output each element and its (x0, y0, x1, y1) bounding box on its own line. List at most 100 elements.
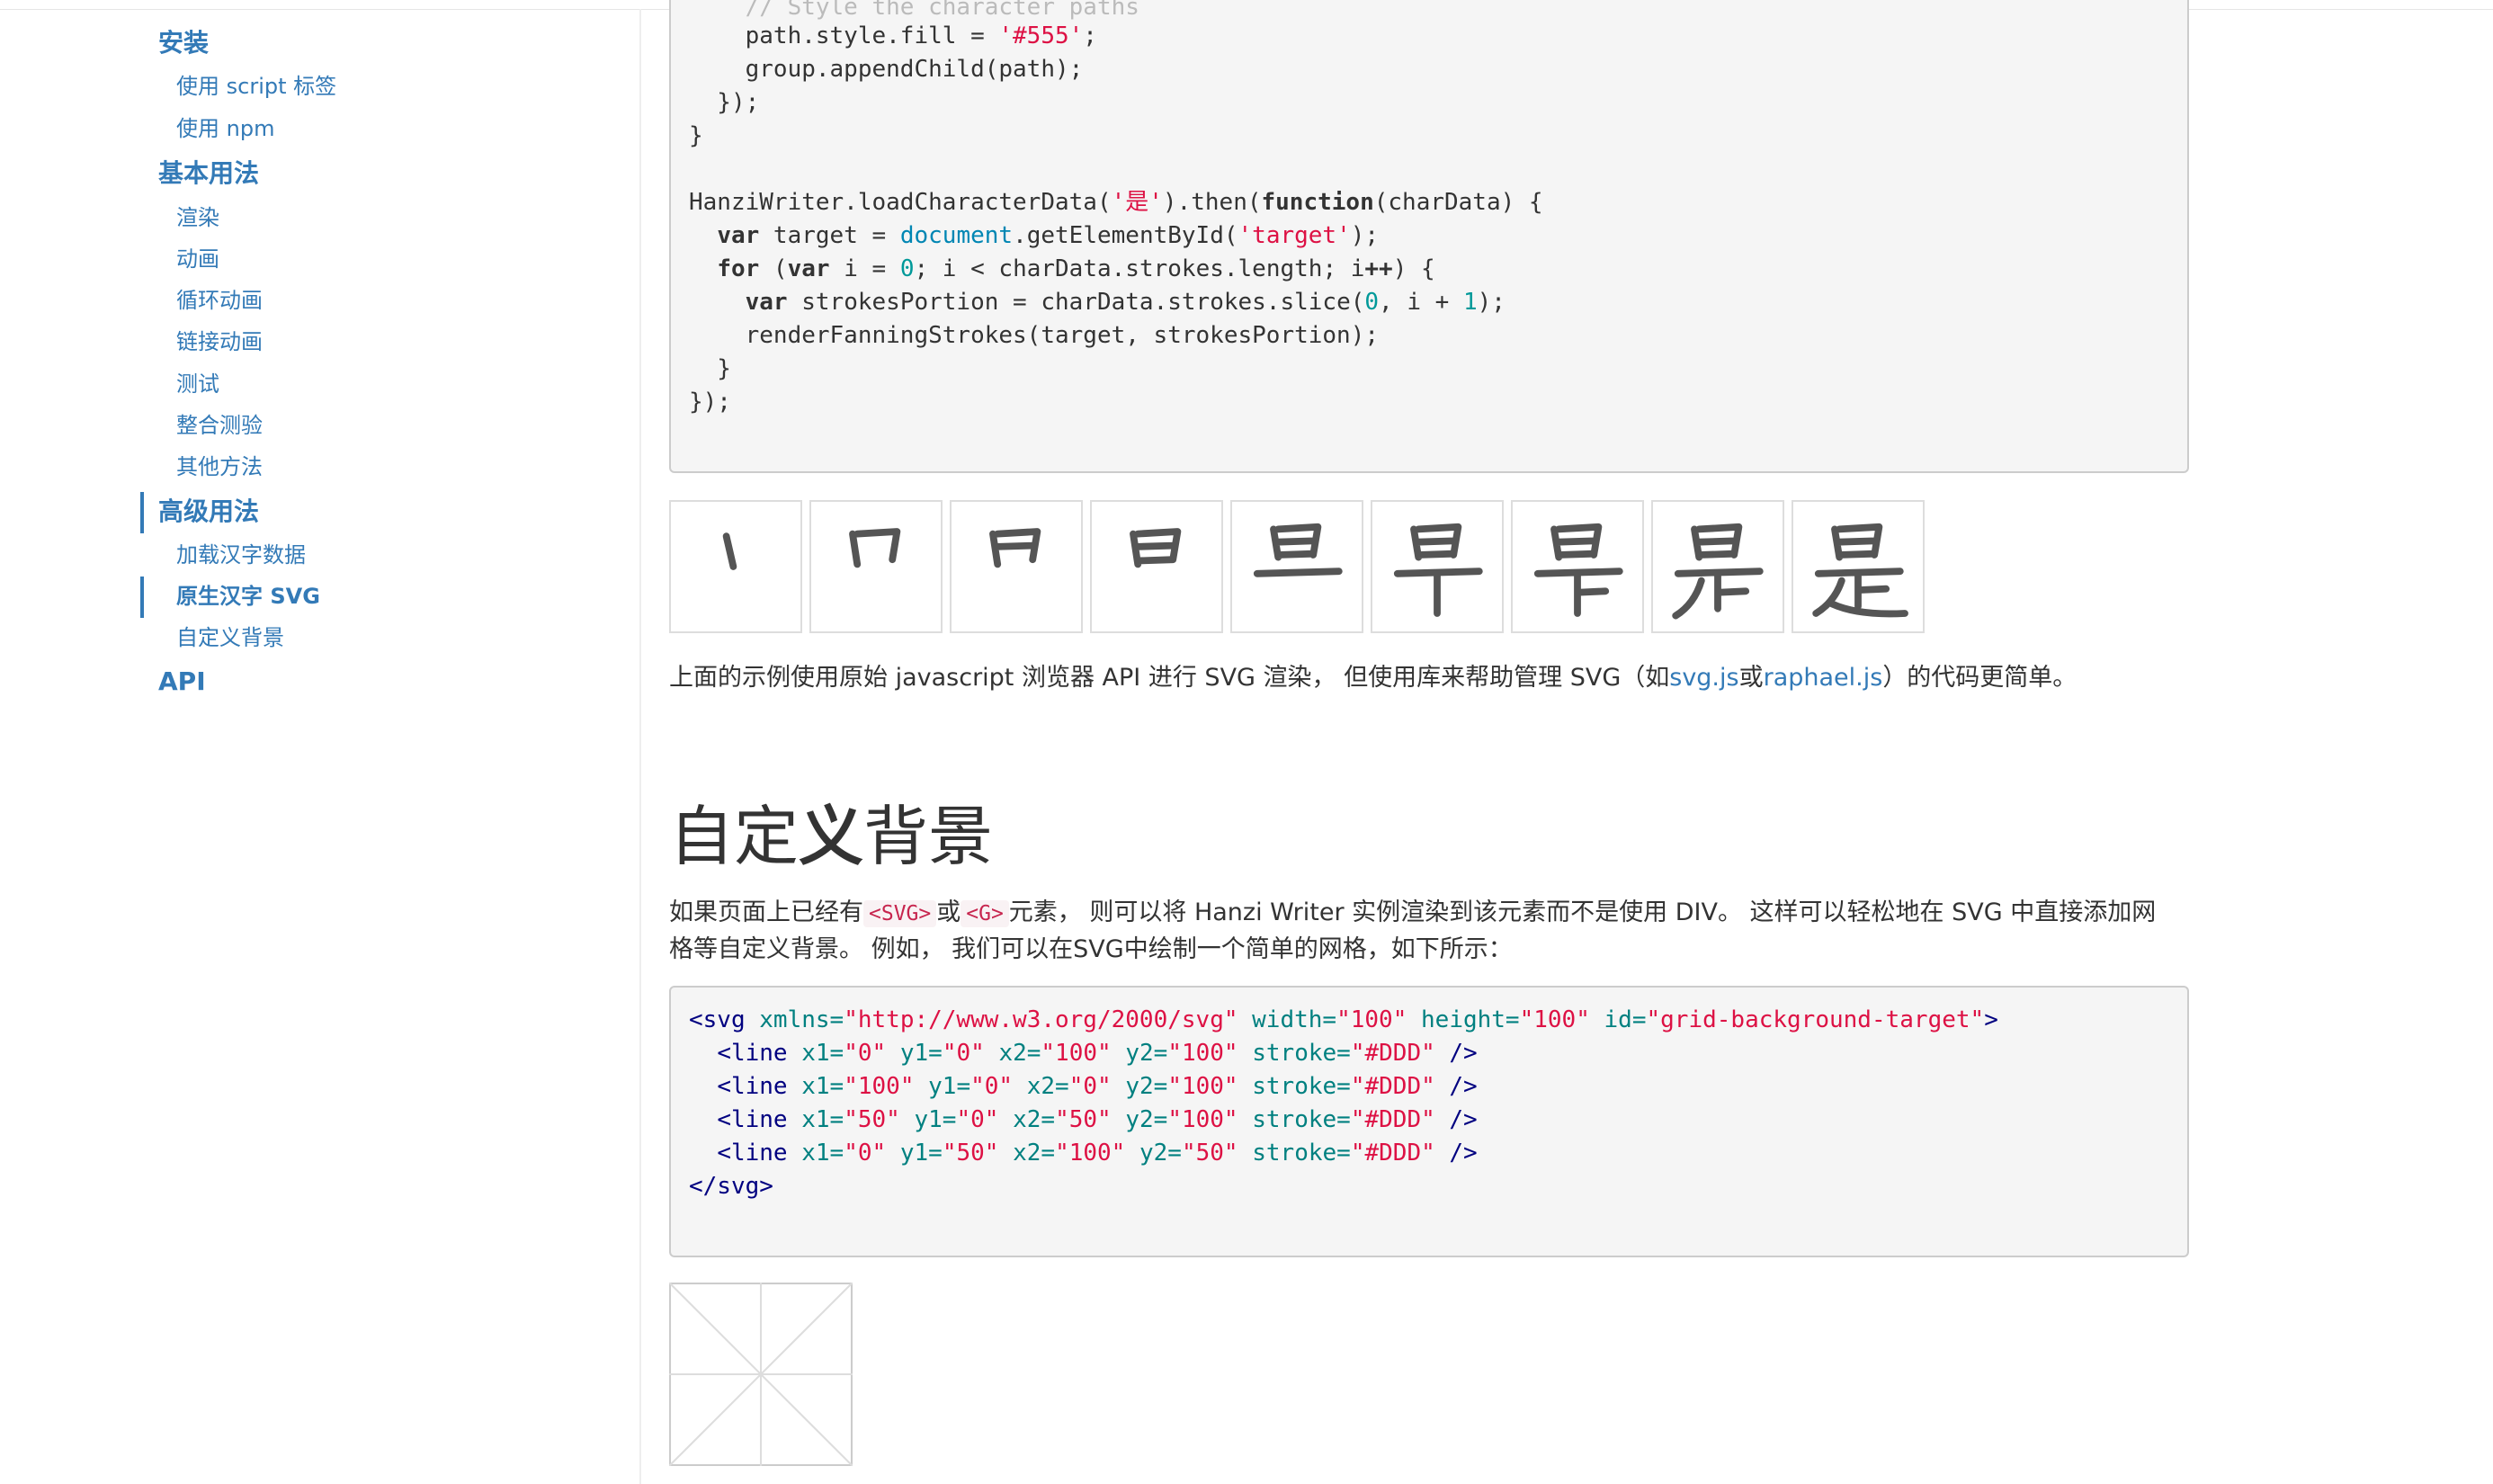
section-heading-custom-background: 自定义背景 (669, 791, 993, 881)
code-string: '#555' (998, 22, 1084, 49)
code-attr-value: "#DDD" (1350, 1106, 1435, 1133)
code-attr-value: "#DDD" (1350, 1140, 1435, 1167)
code-attr-value: "100" (1167, 1073, 1238, 1100)
stroke-step-6-svg (1393, 523, 1483, 617)
code-attr: xmlns= (759, 1006, 844, 1033)
link-svg-js[interactable]: svg.js (1669, 664, 1738, 692)
nav-item-custom-background[interactable]: 自定义背景 (176, 621, 284, 654)
code-attr-value: "0" (970, 1073, 1014, 1100)
code-tag: <svg (689, 1006, 746, 1033)
nav-item-loop-animation[interactable]: 循环动画 (176, 284, 263, 317)
code-attr-value: "100" (1041, 1040, 1112, 1067)
code-attr-value: "#DDD" (1350, 1040, 1435, 1067)
paragraph-text: 格等自定义背景。 例如， 我们可以在SVG中绘制一个简单的网格，如下所示： (669, 935, 1513, 963)
nav-section-advanced-usage[interactable]: 高级用法 (158, 494, 259, 530)
stroke-step-1 (669, 500, 802, 633)
paragraph-text: 元素， 则可以将 Hanzi Writer 实例渲染到该元素而不是使用 DIV。… (1008, 898, 2157, 926)
stroke-step-7 (1511, 500, 1644, 633)
nav-item-animation[interactable]: 动画 (176, 243, 219, 275)
stroke-step-1-svg (722, 532, 737, 570)
nav-item-other-methods[interactable]: 其他方法 (176, 451, 263, 483)
code-tag: /> (1449, 1040, 1478, 1067)
code-line-svg-open: <svg xmlns="http://www.w3.org/2000/svg" … (689, 1004, 1998, 1037)
code-line: path.style.fill = '#555'; (689, 20, 1097, 53)
nav-item-raw-svg[interactable]: 原生汉字 SVG (176, 580, 320, 612)
code-line-grid-line: <line x1="0" y1="50" x2="100" y2="50" st… (717, 1140, 1478, 1167)
stroke-step-7-svg (1533, 523, 1623, 617)
heading-text-bold: 义 (799, 799, 864, 874)
nav-section-install[interactable]: 安装 (158, 25, 209, 61)
code-line: } (689, 122, 703, 149)
nav-item-full-quiz[interactable]: 整合测验 (176, 409, 263, 442)
code-attr-value: "0" (844, 1040, 887, 1067)
nav-item-loading-data[interactable]: 加载汉字数据 (176, 539, 306, 571)
sidebar-divider (639, 9, 641, 1484)
code-tag: > (1984, 1006, 1998, 1033)
code-line: group.appendChild(path); (689, 56, 1084, 83)
code-attr-value: "100" (1167, 1040, 1238, 1067)
code-tag: <line (717, 1106, 788, 1133)
code-line: }); (689, 389, 731, 416)
stroke-step-3 (950, 500, 1083, 633)
code-attr-value: "0" (942, 1040, 985, 1067)
code-tag: /> (1449, 1106, 1478, 1133)
code-attr-value: "0" (956, 1106, 999, 1133)
code-line: HanziWriter.loadCharacterData('是').then(… (689, 189, 1543, 216)
nav-item-npm[interactable]: 使用 npm (176, 112, 274, 145)
code-attr-value: "grid-background-target" (1646, 1006, 1985, 1033)
active-item-indicator (140, 577, 144, 618)
code-attr: height= (1421, 1006, 1520, 1033)
code-attr-value: "0" (844, 1140, 887, 1167)
stroke-step-6 (1371, 500, 1504, 633)
code-line-grid-line: <line x1="100" y1="0" x2="0" y2="100" st… (717, 1073, 1478, 1100)
stroke-step-2 (809, 500, 943, 633)
nav-item-quiz[interactable]: 测试 (176, 368, 219, 400)
docs-sidebar-nav: 安装 使用 script 标签 使用 npm 基本用法 渲染 动画 循环动画 链… (0, 0, 640, 1484)
code-line-svg-close: </svg> (689, 1170, 773, 1203)
link-raphael-js[interactable]: raphael.js (1764, 664, 1883, 692)
grid-background-demo (669, 1283, 853, 1466)
code-attr-value: "100" (1519, 1006, 1590, 1033)
code-tag: </svg> (689, 1173, 773, 1200)
code-attr-value: "100" (1055, 1140, 1126, 1167)
code-tag: <line (717, 1040, 788, 1067)
stroke-step-9-svg (1812, 523, 1908, 618)
code-line: var target = document.getElementById('ta… (717, 222, 1380, 249)
code-line-grid-line: <line x1="50" y1="0" x2="50" y2="100" st… (717, 1106, 1478, 1133)
nav-item-chained-animation[interactable]: 链接动画 (176, 326, 263, 358)
code-attr-value: "#DDD" (1350, 1073, 1435, 1100)
paragraph-custom-background: 如果页面上已经有 <SVG> 或 <G> 元素， 则可以将 Hanzi Writer 实… (669, 895, 2193, 968)
nav-item-rendering[interactable]: 渲染 (176, 201, 219, 234)
code-tag: <line (717, 1140, 788, 1167)
stroke-step-8-svg (1672, 523, 1764, 620)
code-block-svg: <svg xmlns="http://www.w3.org/2000/svg" … (669, 986, 2189, 1257)
code-attr-value: "50" (1181, 1140, 1238, 1167)
nav-item-script-tag[interactable]: 使用 script 标签 (176, 70, 336, 103)
code-text: path.style.fill = (689, 22, 999, 49)
code-tag: /> (1449, 1140, 1478, 1167)
code-attr-value: "100" (1167, 1106, 1238, 1133)
paragraph-text: 如果页面上已经有 (669, 898, 863, 926)
code-line: var strokesPortion = charData.strokes.sl… (745, 289, 1506, 316)
paragraph-text: 上面的示例使用原始 javascript 浏览器 API 进行 SVG 渲染， … (669, 664, 1670, 692)
code-attr-value: "100" (1336, 1006, 1407, 1033)
code-attr: id= (1604, 1006, 1647, 1033)
nav-section-basic-usage[interactable]: 基本用法 (158, 156, 259, 192)
stroke-step-2-svg (849, 528, 901, 568)
code-line: for (var i = 0; i < charData.strokes.len… (717, 255, 1435, 282)
heading-text: 背景 (863, 799, 994, 874)
heading-text: 自定 (669, 799, 800, 874)
code-block-js: // Style the character paths path.style.… (669, 0, 2189, 473)
inline-code-g: <G> (961, 900, 1009, 927)
stroke-step-5 (1230, 500, 1363, 633)
code-attr-value: "0" (1068, 1073, 1112, 1100)
nav-section-api[interactable]: API (158, 664, 206, 700)
code-attr: width= (1252, 1006, 1337, 1033)
code-tag: <line (717, 1073, 788, 1100)
code-attr-value: "50" (844, 1106, 900, 1133)
code-attr-value: "50" (942, 1140, 999, 1167)
code-tag: /> (1449, 1073, 1478, 1100)
paragraph-text: ）的代码更简单。 (1882, 664, 2078, 692)
stroke-step-4 (1090, 500, 1223, 633)
stroke-step-9 (1792, 500, 1925, 633)
